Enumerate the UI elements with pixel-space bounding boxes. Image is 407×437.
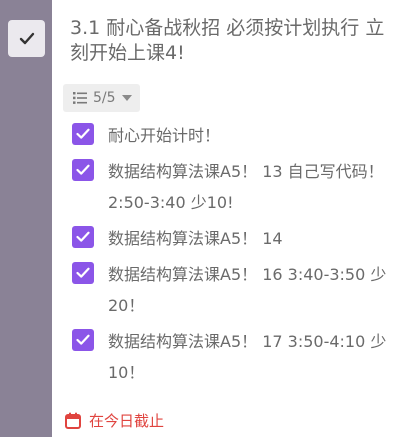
subtask-label[interactable]: 耐心开始计时！ — [108, 120, 392, 151]
checkmark-icon — [76, 164, 90, 175]
checkmark-icon — [76, 267, 90, 278]
subtask-counter-toggle[interactable]: 5/5 — [63, 84, 140, 112]
subtask-label[interactable]: 数据结构算法课A5！ 16 3:40-3:50 少20！ — [108, 259, 392, 321]
subtask-label[interactable]: 数据结构算法课A5！ 13 自己写代码！ 2:50-3:40 少10! — [108, 156, 392, 218]
due-date-label: 在今日截止 — [89, 412, 165, 430]
subtask-label[interactable]: 数据结构算法课A5！ 17 3:50-4:10 少10！ — [108, 326, 392, 388]
subtask-item: 数据结构算法课A5！ 14 — [72, 223, 392, 254]
subtask-item: 数据结构算法课A5！ 13 自己写代码！ 2:50-3:40 少10! — [72, 156, 392, 218]
task-complete-checkbox[interactable] — [8, 20, 45, 57]
checkmark-icon — [76, 128, 90, 139]
subtask-item: 数据结构算法课A5！ 17 3:50-4:10 少10！ — [72, 326, 392, 388]
subtask-counter-text: 5/5 — [93, 90, 116, 106]
due-date[interactable]: 在今日截止 — [65, 410, 164, 431]
checkmark-icon — [19, 32, 34, 44]
subtask-checkbox[interactable] — [72, 123, 94, 145]
subtask-checkbox[interactable] — [72, 226, 94, 248]
subtask-item: 耐心开始计时！ — [72, 120, 392, 151]
calendar-icon — [65, 412, 81, 429]
task-color-bar — [0, 0, 52, 437]
task-title[interactable]: 3.1 耐心备战秋招 必须按计划执行 立刻开始上课4! — [70, 16, 390, 66]
subtask-list: 耐心开始计时！ 数据结构算法课A5！ 13 自己写代码！ 2:50-3:40 少… — [72, 120, 392, 388]
checkmark-icon — [76, 334, 90, 345]
chevron-down-icon — [121, 95, 132, 101]
checkmark-icon — [76, 231, 90, 242]
subtask-item: 数据结构算法课A5！ 16 3:40-3:50 少20！ — [72, 259, 392, 321]
list-icon — [73, 92, 87, 104]
task-detail-card: 3.1 耐心备战秋招 必须按计划执行 立刻开始上课4! 5/5 耐心开始计时！ … — [0, 0, 407, 437]
subtask-checkbox[interactable] — [72, 159, 94, 181]
subtask-label[interactable]: 数据结构算法课A5！ 14 — [108, 223, 392, 254]
subtask-checkbox[interactable] — [72, 262, 94, 284]
subtask-checkbox[interactable] — [72, 329, 94, 351]
